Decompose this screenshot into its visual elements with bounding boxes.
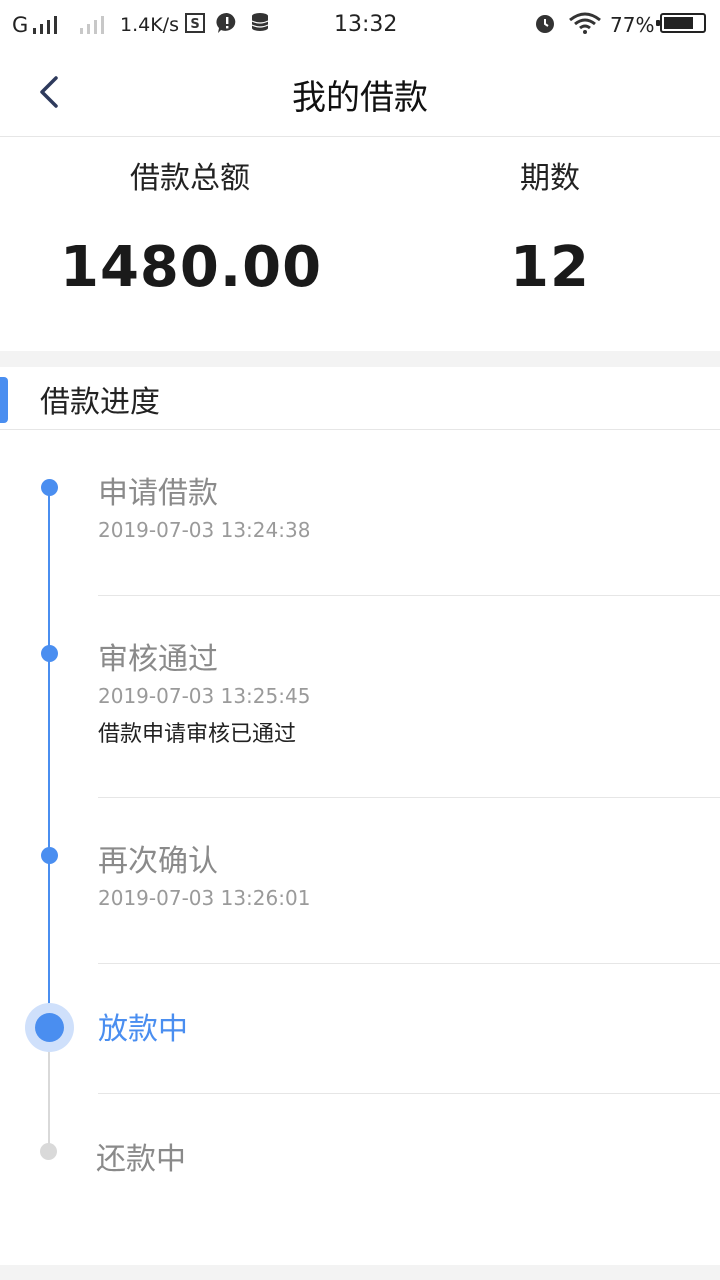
step-time: 2019-07-03 13:24:38 <box>98 518 311 542</box>
nav-bar: 我的借款 <box>0 50 720 137</box>
app-s-icon: S <box>185 13 205 33</box>
step-title: 审核通过 <box>98 642 218 677</box>
loan-progress-timeline: 申请借款 2019-07-03 13:24:38 审核通过 2019-07-03… <box>0 430 720 1270</box>
network-speed: 1.4K/s <box>120 14 179 36</box>
message-alert-icon <box>216 12 236 33</box>
clock-time: 13:32 <box>334 12 398 37</box>
battery-icon <box>656 13 706 33</box>
svg-text:S: S <box>190 17 199 32</box>
total-amount-value: 1480.00 <box>60 235 323 300</box>
step-description: 借款申请审核已通过 <box>98 722 297 747</box>
signal-secondary-icon <box>80 16 108 34</box>
timeline-line-done <box>48 487 50 1027</box>
step-separator <box>98 1093 720 1094</box>
timeline-dot-current <box>35 1013 64 1042</box>
alarm-icon <box>536 15 554 33</box>
timeline-dot-done <box>41 645 58 662</box>
step-time: 2019-07-03 13:25:45 <box>98 684 311 708</box>
timeline-dot-pending <box>40 1143 57 1160</box>
step-separator <box>98 797 720 798</box>
section-divider <box>0 351 720 367</box>
wifi-icon <box>569 12 601 34</box>
page-title: 我的借款 <box>292 78 428 118</box>
step-separator <box>98 595 720 596</box>
database-icon <box>251 13 269 31</box>
progress-section-header: 借款进度 <box>0 367 720 430</box>
periods-label: 期数 <box>520 161 580 196</box>
timeline-dot-done <box>41 847 58 864</box>
step-title-current: 放款中 <box>98 1012 188 1047</box>
progress-section-title: 借款进度 <box>40 385 160 420</box>
step-title: 再次确认 <box>98 844 218 879</box>
periods-block: 期数 12 <box>430 137 670 300</box>
periods-value: 12 <box>510 235 590 300</box>
step-title-pending: 还款中 <box>96 1142 186 1177</box>
carrier-label: G <box>12 13 29 37</box>
total-amount-block: 借款总额 1480.00 <box>60 137 323 300</box>
bottom-divider <box>0 1265 720 1280</box>
status-bar: G 1.4K/s S 13:32 77% <box>0 0 720 50</box>
section-accent-bar <box>0 377 8 423</box>
step-title: 申请借款 <box>98 476 218 511</box>
step-time: 2019-07-03 13:26:01 <box>98 886 311 910</box>
loan-summary: 借款总额 1480.00 期数 12 <box>0 137 720 351</box>
step-separator <box>98 963 720 964</box>
signal-icon <box>33 16 61 34</box>
timeline-dot-done <box>41 479 58 496</box>
total-amount-label: 借款总额 <box>130 161 250 196</box>
battery-percent: 77% <box>610 13 655 37</box>
